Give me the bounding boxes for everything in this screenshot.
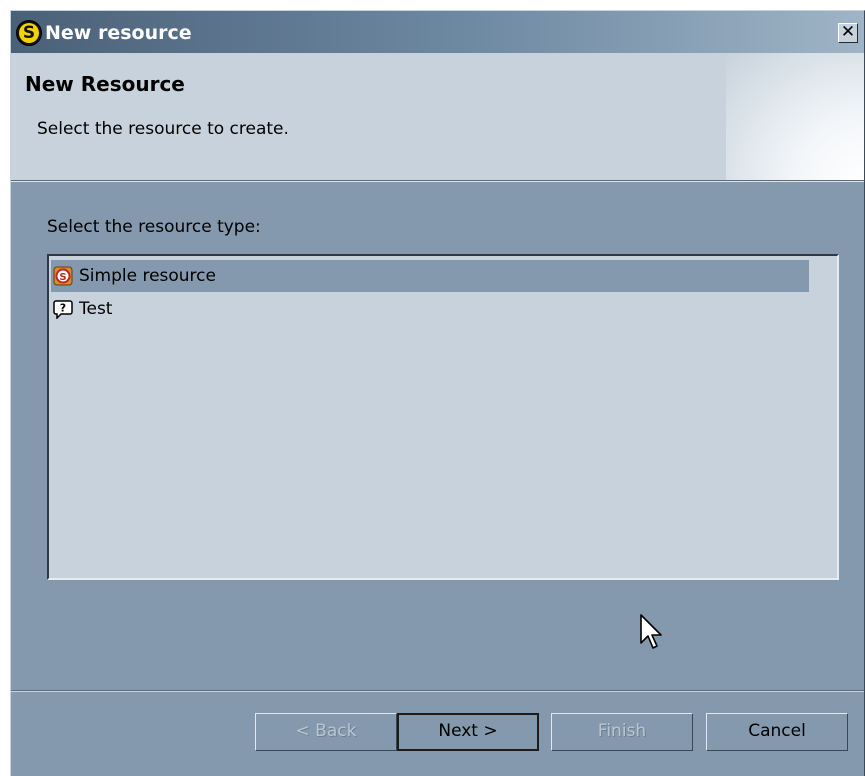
wizard-page-description: Select the resource to create. bbox=[37, 119, 289, 139]
window-title: New resource bbox=[45, 22, 192, 44]
app-logo-icon: S bbox=[16, 20, 42, 46]
footer-divider-highlight bbox=[11, 691, 864, 692]
back-button[interactable]: < Back bbox=[255, 713, 397, 751]
title-bar[interactable]: S New resource ✕ bbox=[11, 11, 864, 53]
simple-resource-icon: S bbox=[53, 266, 73, 286]
list-item-label: Test bbox=[79, 299, 113, 319]
svg-text:S: S bbox=[59, 272, 66, 283]
svg-text:?: ? bbox=[60, 302, 66, 315]
wizard-header-banner: New Resource Select the resource to crea… bbox=[11, 53, 864, 181]
banner-divider bbox=[11, 181, 864, 182]
mouse-pointer-icon bbox=[640, 614, 662, 649]
resource-type-label: Select the resource type: bbox=[47, 217, 261, 237]
list-item-test[interactable]: ? Test bbox=[51, 293, 809, 325]
close-button[interactable]: ✕ bbox=[838, 23, 858, 43]
list-item-simple-resource[interactable]: S Simple resource bbox=[51, 260, 809, 292]
cancel-button[interactable]: Cancel bbox=[706, 713, 848, 751]
next-button[interactable]: Next > bbox=[397, 713, 539, 751]
question-bubble-icon: ? bbox=[53, 300, 73, 319]
finish-button[interactable]: Finish bbox=[551, 713, 693, 751]
banner-decoration-image bbox=[726, 53, 864, 180]
app-logo-letter: S bbox=[22, 23, 36, 43]
new-resource-dialog: S New resource ✕ New Resource Select the… bbox=[10, 10, 865, 776]
resource-type-list[interactable]: S Simple resource ? Test bbox=[47, 254, 839, 580]
close-icon: ✕ bbox=[840, 22, 856, 42]
wizard-page-title: New Resource bbox=[25, 72, 185, 96]
list-item-label: Simple resource bbox=[79, 266, 216, 286]
